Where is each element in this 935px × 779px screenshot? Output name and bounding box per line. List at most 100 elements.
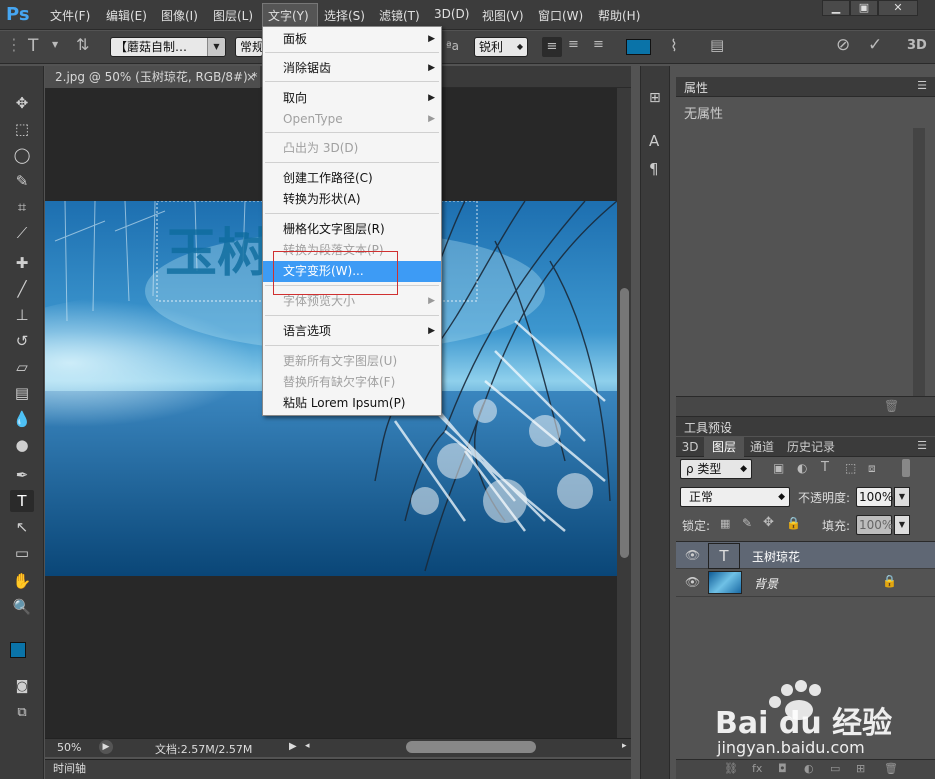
menu-filter[interactable]: 滤镜(T)	[379, 7, 420, 24]
status-menu-arrow-icon[interactable]: ▶	[289, 741, 297, 752]
filter-smart-object-icon[interactable]: ⧈	[868, 461, 876, 476]
crop-tool-icon[interactable]: ⌗	[10, 196, 34, 218]
menu-item-paste-lorem-ipsum[interactable]: 粘贴 Lorem Ipsum(P)	[263, 393, 441, 414]
antialias-select[interactable]: 锐利 ◆	[474, 37, 528, 57]
menu-window[interactable]: 窗口(W)	[538, 7, 583, 24]
visibility-eye-icon[interactable]: 👁	[685, 548, 700, 562]
minimize-button[interactable]: ▁	[822, 0, 850, 16]
layer-filter-select[interactable]: ρ 类型 ◆	[680, 459, 752, 479]
text-color-swatch[interactable]	[626, 39, 651, 55]
menu-item-panels[interactable]: 面板 ▶	[263, 29, 441, 50]
close-tab-icon[interactable]: ×	[246, 66, 256, 88]
menu-item-antialias[interactable]: 消除锯齿 ▶	[263, 58, 441, 79]
align-right-icon[interactable]: ≡	[593, 37, 604, 52]
align-center-icon[interactable]: ≡	[568, 37, 579, 52]
timeline-panel-tab[interactable]: 时间轴	[45, 759, 631, 779]
menu-item-extrude-3d[interactable]: 凸出为 3D(D)	[263, 138, 441, 159]
zoom-tool-icon[interactable]: 🔍	[10, 596, 34, 618]
fill-input[interactable]: 100%	[856, 515, 893, 535]
lock-pixels-icon[interactable]: ✎	[742, 516, 752, 530]
menu-3d[interactable]: 3D(D)	[434, 7, 469, 21]
tab-channels[interactable]: 通道	[744, 437, 780, 457]
3d-mode-button[interactable]: 3D	[907, 38, 927, 53]
menu-item-opentype[interactable]: OpenType ▶	[263, 109, 441, 130]
history-brush-tool-icon[interactable]: ↺	[10, 330, 34, 352]
lock-transparency-icon[interactable]: ▦	[720, 517, 730, 530]
menu-file[interactable]: 文件(F)	[50, 7, 90, 24]
maximize-button[interactable]: ▣	[850, 0, 878, 16]
menu-item-orientation[interactable]: 取向 ▶	[263, 88, 441, 109]
commit-checkmark-icon[interactable]: ✓	[868, 35, 882, 55]
quick-select-tool-icon[interactable]: ✎	[10, 170, 34, 192]
menu-image[interactable]: 图像(I)	[161, 7, 198, 24]
eyedropper-tool-icon[interactable]: ⟋	[10, 222, 34, 244]
quick-mask-icon[interactable]: ◙	[10, 676, 34, 698]
document-tab[interactable]: 2.jpg @ 50% (玉树琼花, RGB/8#) * ×	[45, 66, 260, 88]
menu-help[interactable]: 帮助(H)	[598, 7, 640, 24]
align-left-icon[interactable]: ≡	[542, 37, 562, 57]
foreground-color-swatch[interactable]	[10, 642, 26, 658]
properties-scrollbar[interactable]	[913, 128, 925, 396]
gradient-tool-icon[interactable]: ▤	[10, 382, 34, 404]
screen-mode-icon[interactable]: ⧉	[10, 702, 34, 724]
lock-position-icon[interactable]: ✥	[763, 515, 774, 530]
menu-item-rasterize-type[interactable]: 栅格化文字图层(R)	[263, 219, 441, 240]
cancel-icon[interactable]: ⊘	[836, 35, 850, 55]
font-family-select[interactable]: 【蘑菇自制… ▼	[110, 37, 226, 57]
type-tool-icon[interactable]: T	[10, 490, 34, 512]
close-button[interactable]: ✕	[878, 0, 918, 16]
brush-tool-icon[interactable]: ╱	[10, 278, 34, 300]
vertical-scroll-thumb[interactable]	[620, 288, 629, 558]
menu-edit[interactable]: 编辑(E)	[106, 7, 147, 24]
filter-pixel-icon[interactable]: ▣	[773, 461, 784, 475]
layer-name[interactable]: 玉树琼花	[752, 548, 800, 565]
layer-row-text[interactable]: 👁 T 玉树琼花	[676, 541, 935, 569]
chevron-down-icon[interactable]: ▼	[52, 40, 58, 49]
opacity-dropdown-icon[interactable]: ▼	[894, 487, 910, 507]
filter-type-icon[interactable]: T	[821, 460, 829, 475]
menu-item-language-options[interactable]: 语言选项 ▶	[263, 321, 441, 342]
marquee-tool-icon[interactable]: ⬚	[10, 118, 34, 140]
font-style-select[interactable]: 常规	[235, 37, 263, 57]
tab-history[interactable]: 历史记录	[780, 437, 842, 457]
filter-toggle[interactable]	[902, 459, 910, 477]
paragraph-panel-icon[interactable]: ¶	[649, 160, 659, 178]
tab-layers[interactable]: 图层	[704, 437, 744, 457]
scroll-left-icon[interactable]: ◂	[305, 741, 310, 751]
character-panel-icon[interactable]: A	[649, 132, 659, 150]
menu-type[interactable]: 文字(Y)	[268, 7, 309, 24]
text-orientation-icon[interactable]: ⇅	[76, 35, 89, 54]
zoom-level[interactable]: 50%	[57, 741, 81, 754]
menu-select[interactable]: 选择(S)	[324, 7, 365, 24]
pen-tool-icon[interactable]: ✒	[10, 464, 34, 486]
menu-item-update-all-text-layers[interactable]: 更新所有文字图层(U)	[263, 351, 441, 372]
fill-dropdown-icon[interactable]: ▼	[894, 515, 910, 535]
menu-layer[interactable]: 图层(L)	[213, 7, 253, 24]
tab-3d[interactable]: 3D	[676, 437, 704, 457]
trash-icon[interactable]: 🗑	[884, 399, 899, 413]
menu-item-create-work-path[interactable]: 创建工作路径(C)	[263, 168, 441, 189]
lock-all-icon[interactable]: 🔒	[786, 516, 801, 530]
menu-item-convert-to-shape[interactable]: 转换为形状(A)	[263, 189, 441, 210]
warp-text-icon[interactable]: ⌇	[670, 36, 678, 55]
healing-brush-tool-icon[interactable]: ✚	[10, 252, 34, 274]
panel-menu-icon[interactable]: ☰	[917, 439, 927, 452]
visibility-eye-icon[interactable]: 👁	[685, 575, 700, 589]
clone-stamp-tool-icon[interactable]: ⊥	[10, 304, 34, 326]
eraser-tool-icon[interactable]: ▱	[10, 356, 34, 378]
path-select-tool-icon[interactable]: ↖	[10, 516, 34, 538]
lasso-tool-icon[interactable]: ◯	[10, 144, 34, 166]
menu-view[interactable]: 视图(V)	[482, 7, 524, 24]
layer-name[interactable]: 背景	[754, 575, 778, 592]
status-info-icon[interactable]: ▶	[99, 740, 113, 754]
menu-item-replace-missing-fonts[interactable]: 替换所有缺欠字体(F)	[263, 372, 441, 393]
filter-adjustment-icon[interactable]: ◐	[797, 461, 807, 475]
hand-tool-icon[interactable]: ✋	[10, 570, 34, 592]
tool-presets-icon[interactable]: ⊞	[649, 90, 661, 106]
character-panel-icon[interactable]: ▤	[710, 36, 724, 54]
opacity-input[interactable]: 100%	[856, 487, 893, 507]
layer-row-background[interactable]: 👁 背景 🔒	[676, 569, 935, 597]
filter-shape-icon[interactable]: ⬚	[845, 461, 856, 475]
horizontal-scroll-thumb[interactable]	[406, 741, 536, 753]
properties-panel-title[interactable]: 属性	[684, 79, 708, 96]
